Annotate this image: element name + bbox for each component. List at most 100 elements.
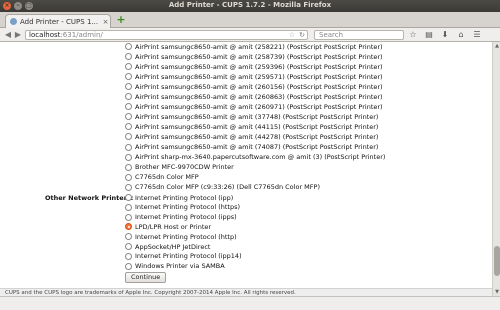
printer-radio[interactable] bbox=[125, 133, 132, 141]
printer-radio[interactable] bbox=[125, 233, 132, 241]
reload-icon[interactable]: ↻ bbox=[299, 31, 305, 39]
printer-radio[interactable] bbox=[125, 103, 132, 111]
printer-option-label: AirPrint sharp-mx-3640.papercutsoftware.… bbox=[135, 153, 386, 162]
new-tab-button[interactable]: + bbox=[116, 14, 126, 25]
printer-option-label: AirPrint samsungc8650-amit @ amit (37748… bbox=[135, 112, 379, 121]
printer-option[interactable]: AirPrint samsungc8650-amit @ amit (26097… bbox=[125, 102, 383, 111]
printer-option[interactable]: LPD/LPR Host or Printer bbox=[125, 222, 211, 231]
printer-option[interactable]: AirPrint samsungc8650-amit @ amit (25873… bbox=[125, 52, 383, 61]
printer-radio[interactable] bbox=[125, 194, 132, 201]
forward-button[interactable]: ▶ bbox=[13, 30, 23, 40]
page-footer: CUPS and the CUPS logo are trademarks of… bbox=[0, 288, 492, 296]
printer-radio[interactable] bbox=[125, 243, 132, 250]
bookmarks-menu-icon[interactable]: ▤ bbox=[424, 30, 434, 40]
printer-option-label: AirPrint samsungc8650-amit @ amit (25822… bbox=[135, 42, 383, 51]
printer-option[interactable]: AirPrint sharp-mx-3640.papercutsoftware.… bbox=[125, 153, 385, 162]
printer-option-label: AirPrint samsungc8650-amit @ amit (74087… bbox=[135, 143, 379, 151]
printer-option-label: C7765dn Color MFP (c9:33:26) (Dell C7765… bbox=[135, 183, 320, 192]
printer-option[interactable]: Internet Printing Protocol (https) bbox=[125, 203, 240, 212]
downloads-icon[interactable]: ⬇ bbox=[440, 30, 450, 40]
printer-radio[interactable] bbox=[125, 43, 132, 50]
printer-option[interactable]: AirPrint samsungc8650-amit @ amit (44278… bbox=[125, 132, 378, 141]
printer-option-label: Windows Printer via SAMBA bbox=[135, 262, 225, 271]
cups-favicon-icon bbox=[10, 18, 17, 25]
printer-option-label: AppSocket/HP JetDirect bbox=[135, 242, 211, 251]
printer-option-label: AirPrint samsungc8650-amit @ amit (25957… bbox=[135, 72, 383, 81]
printer-option[interactable]: C7765dn Color MFP (c9:33:26) (Dell C7765… bbox=[125, 183, 320, 192]
printer-radio[interactable] bbox=[125, 153, 132, 161]
printer-radio[interactable] bbox=[125, 53, 132, 61]
printer-option[interactable]: Internet Printing Protocol (ipps) bbox=[125, 213, 237, 222]
printer-option-label: LPD/LPR Host or Printer bbox=[135, 222, 212, 231]
printer-option[interactable]: Internet Printing Protocol (ipp14) bbox=[125, 252, 242, 261]
back-button[interactable]: ◀ bbox=[3, 30, 13, 40]
printer-radio[interactable] bbox=[125, 183, 132, 191]
printer-option-label: AirPrint samsungc8650-amit @ amit (25939… bbox=[135, 62, 383, 71]
window-title-bar: × – □ Add Printer - CUPS 1.7.2 - Mozilla… bbox=[0, 0, 500, 12]
printer-radio[interactable] bbox=[125, 173, 132, 181]
bookmarks-star-icon[interactable]: ☆ bbox=[408, 30, 418, 40]
printer-option-label: AirPrint samsungc8650-amit @ amit (25873… bbox=[135, 52, 383, 61]
menu-icon[interactable]: ☰ bbox=[472, 30, 482, 40]
printer-radio[interactable] bbox=[125, 143, 132, 151]
printer-option[interactable]: AirPrint samsungc8650-amit @ amit (26015… bbox=[125, 82, 383, 91]
printer-option-label: AirPrint samsungc8650-amit @ amit (26015… bbox=[135, 82, 383, 91]
printer-radio[interactable] bbox=[125, 63, 132, 71]
search-input[interactable]: Search bbox=[314, 30, 404, 40]
printer-option[interactable]: C7765dn Color MFP bbox=[125, 173, 199, 182]
printer-radio[interactable] bbox=[125, 252, 132, 260]
printer-option[interactable]: AirPrint samsungc8650-amit @ amit (26086… bbox=[125, 92, 383, 101]
printer-option[interactable]: Brother MFC-9970CDW Printer bbox=[125, 163, 234, 172]
printer-option[interactable]: AirPrint samsungc8650-amit @ amit (25939… bbox=[125, 62, 383, 71]
printer-radio[interactable] bbox=[125, 213, 132, 221]
printer-radio[interactable] bbox=[125, 262, 132, 270]
printer-option-label: AirPrint samsungc8650-amit @ amit (44278… bbox=[135, 132, 379, 141]
page-scrollbar[interactable]: ▲ ▼ bbox=[492, 42, 500, 296]
printer-option-label: Internet Printing Protocol (ipp14) bbox=[135, 252, 242, 261]
url-host: localhost bbox=[29, 31, 61, 39]
printer-option-label: C7765dn Color MFP bbox=[135, 173, 199, 182]
printer-option[interactable]: Windows Printer via SAMBA bbox=[125, 262, 225, 271]
url-bar[interactable]: localhost:631/admin/ ☆ ↻ bbox=[25, 30, 308, 40]
tab-bar: Add Printer - CUPS 1... × + bbox=[0, 12, 500, 28]
bookmark-star-icon[interactable]: ☆ bbox=[289, 31, 295, 39]
printer-option[interactable]: AirPrint samsungc8650-amit @ amit (74087… bbox=[125, 143, 378, 152]
printer-option-label: AirPrint samsungc8650-amit @ amit (26086… bbox=[135, 92, 383, 101]
printer-radio[interactable] bbox=[125, 203, 132, 211]
printer-option[interactable]: AppSocket/HP JetDirect bbox=[125, 242, 210, 251]
window-title: Add Printer - CUPS 1.7.2 - Mozilla Firef… bbox=[168, 1, 332, 9]
printer-option[interactable]: Internet Printing Protocol (ipp) bbox=[125, 193, 233, 202]
other-network-printers-label: Other Network Printers: bbox=[45, 194, 134, 202]
printer-radio[interactable] bbox=[125, 223, 132, 231]
printer-radio[interactable] bbox=[125, 113, 132, 121]
printer-radio[interactable] bbox=[125, 123, 132, 131]
printer-option[interactable]: Internet Printing Protocol (http) bbox=[125, 232, 237, 241]
scroll-up-icon[interactable]: ▲ bbox=[493, 42, 500, 50]
printer-option-label: Internet Printing Protocol (ipp) bbox=[135, 193, 234, 202]
printer-option-label: Internet Printing Protocol (ipps) bbox=[135, 213, 237, 222]
printer-option[interactable]: AirPrint samsungc8650-amit @ amit (25957… bbox=[125, 72, 383, 81]
printer-option-label: Brother MFC-9970CDW Printer bbox=[135, 163, 234, 172]
printer-option[interactable]: AirPrint samsungc8650-amit @ amit (44115… bbox=[125, 122, 378, 131]
navigation-bar: ◀ ▶ localhost:631/admin/ ☆ ↻ Search ☆ ▤ … bbox=[0, 28, 500, 42]
tab-add-printer[interactable]: Add Printer - CUPS 1... × bbox=[5, 14, 111, 28]
printer-option-label: Internet Printing Protocol (http) bbox=[135, 232, 237, 241]
search-placeholder: Search bbox=[319, 31, 344, 39]
page-content: AirPrint samsungc8650-amit @ amit (25822… bbox=[0, 42, 492, 296]
printer-option[interactable]: AirPrint samsungc8650-amit @ amit (37748… bbox=[125, 112, 378, 121]
url-path: :631/admin/ bbox=[60, 31, 103, 39]
printer-radio[interactable] bbox=[125, 83, 132, 91]
tab-label: Add Printer - CUPS 1... bbox=[20, 17, 98, 26]
printer-radio[interactable] bbox=[125, 93, 132, 101]
printer-option[interactable]: AirPrint samsungc8650-amit @ amit (25822… bbox=[125, 42, 383, 51]
printer-option-label: Internet Printing Protocol (https) bbox=[135, 203, 241, 212]
tab-close-icon[interactable]: × bbox=[101, 18, 110, 26]
home-icon[interactable]: ⌂ bbox=[456, 30, 466, 40]
scroll-down-icon[interactable]: ▼ bbox=[493, 288, 500, 296]
printer-radio[interactable] bbox=[125, 163, 132, 171]
window-bottom-bar bbox=[0, 296, 500, 310]
continue-button[interactable]: Continue bbox=[125, 272, 167, 283]
scroll-thumb[interactable] bbox=[494, 246, 500, 276]
printer-option-label: AirPrint samsungc8650-amit @ amit (26097… bbox=[135, 102, 383, 111]
printer-radio[interactable] bbox=[125, 73, 132, 81]
